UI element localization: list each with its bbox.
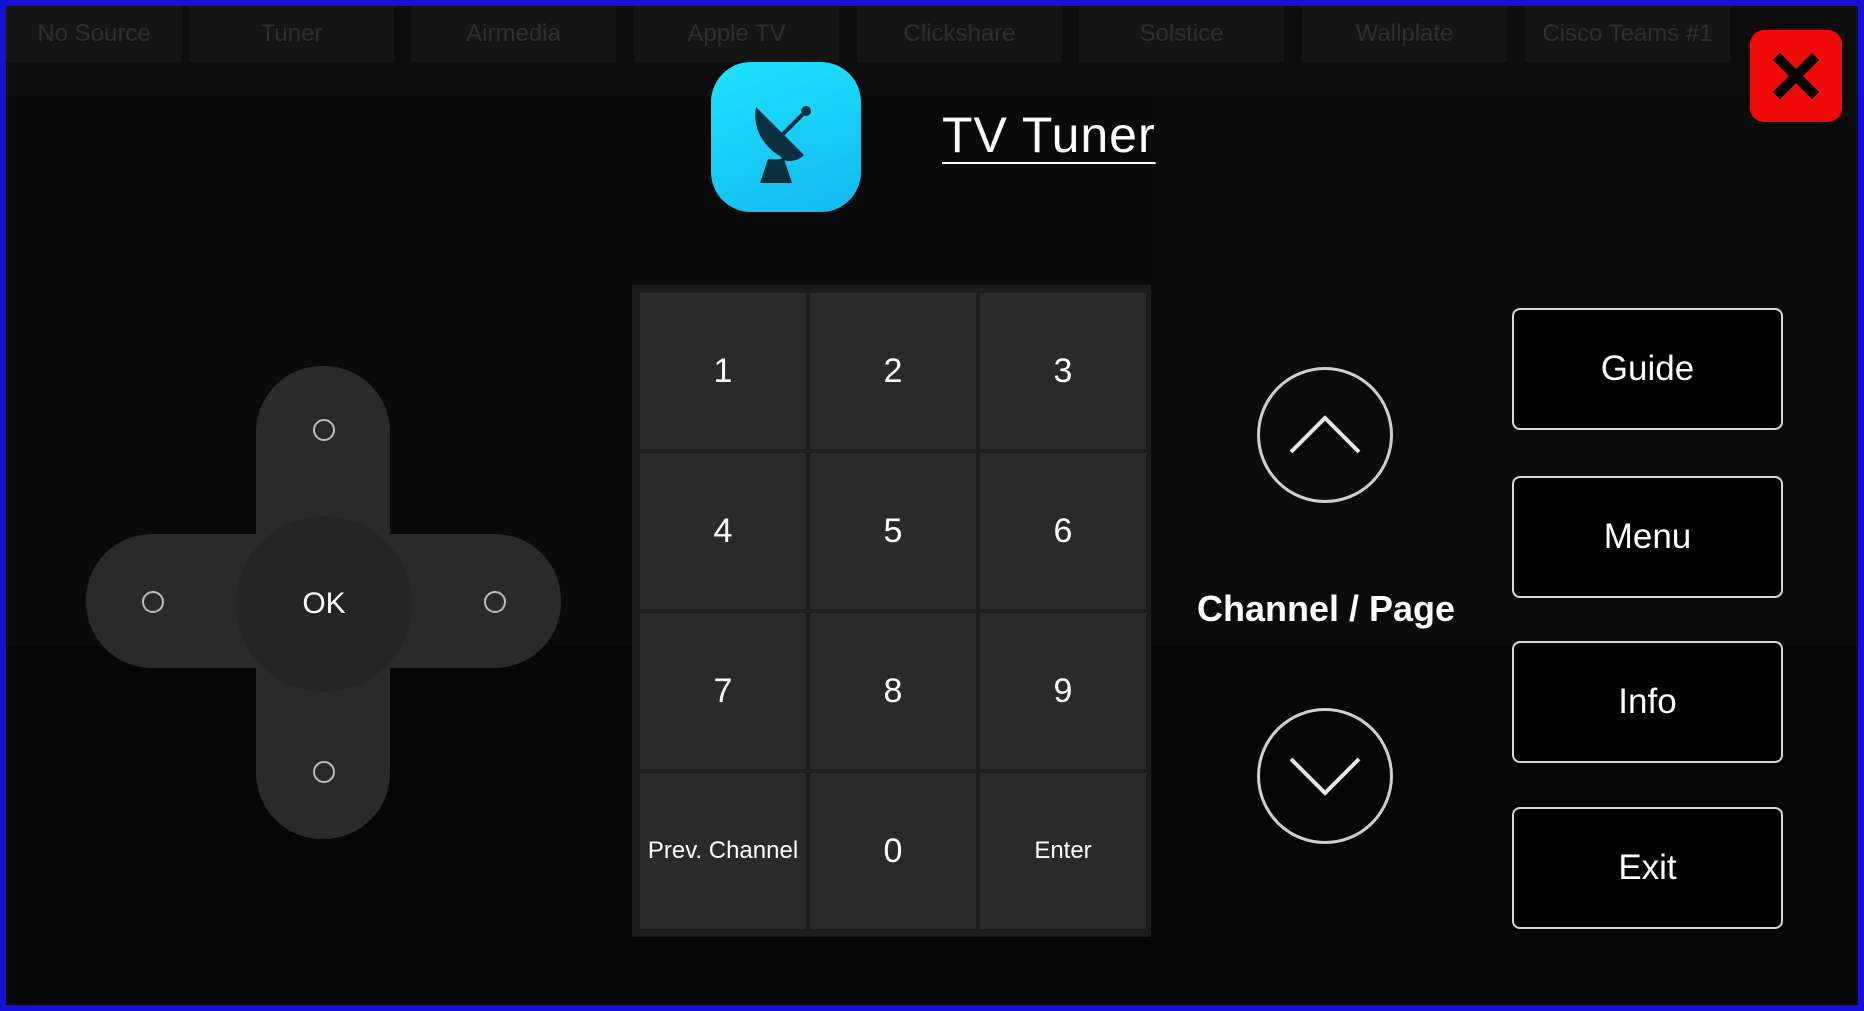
source-tab-solstice[interactable]: Solstice	[1079, 6, 1284, 62]
key-5[interactable]: 5	[810, 453, 976, 609]
dpad-down-button[interactable]	[313, 761, 335, 783]
exit-button[interactable]: Exit	[1512, 807, 1783, 929]
key-enter[interactable]: Enter	[980, 773, 1146, 929]
page-title: TV Tuner	[942, 107, 1156, 163]
tuner-app-icon	[711, 62, 861, 212]
guide-button[interactable]: Guide	[1512, 308, 1783, 430]
key-3[interactable]: 3	[980, 293, 1146, 449]
key-7[interactable]: 7	[640, 613, 806, 769]
numeric-keypad: 1 2 3 4 5 6 7 8 9 Prev. Channel 0 Enter	[632, 285, 1151, 937]
key-2[interactable]: 2	[810, 293, 976, 449]
menu-button[interactable]: Menu	[1512, 476, 1783, 598]
key-9[interactable]: 9	[980, 613, 1146, 769]
key-4[interactable]: 4	[640, 453, 806, 609]
key-6[interactable]: 6	[980, 453, 1146, 609]
tuner-control-panel: No Source Tuner Airmedia Apple TV Clicks…	[0, 0, 1864, 1011]
channel-down-button[interactable]	[1257, 708, 1393, 844]
source-tab-apple-tv[interactable]: Apple TV	[634, 6, 839, 62]
channel-up-button[interactable]	[1257, 367, 1393, 503]
dpad-left-button[interactable]	[142, 591, 164, 613]
info-button[interactable]: Info	[1512, 641, 1783, 763]
key-8[interactable]: 8	[810, 613, 976, 769]
key-prev-channel[interactable]: Prev. Channel	[640, 773, 806, 929]
key-1[interactable]: 1	[640, 293, 806, 449]
channel-page-label: Channel / Page	[1196, 588, 1456, 629]
source-tab-no-source[interactable]: No Source	[6, 6, 182, 62]
chevron-up-icon	[1289, 415, 1361, 454]
source-tab-clickshare[interactable]: Clickshare	[857, 6, 1062, 62]
satellite-dish-icon	[755, 106, 811, 183]
dpad-up-button[interactable]	[313, 419, 335, 441]
source-tab-cisco-teams-1[interactable]: Cisco Teams #1	[1525, 6, 1730, 62]
key-0[interactable]: 0	[810, 773, 976, 929]
source-tab-airmedia[interactable]: Airmedia	[411, 6, 616, 62]
source-tab-tuner[interactable]: Tuner	[189, 6, 394, 62]
dpad-right-button[interactable]	[484, 591, 506, 613]
chevron-down-icon	[1289, 757, 1361, 796]
close-icon	[1772, 52, 1820, 100]
dpad-ok-button[interactable]: OK	[236, 516, 412, 692]
close-button[interactable]	[1750, 30, 1842, 122]
source-tab-wallplate[interactable]: Wallplate	[1302, 6, 1507, 62]
